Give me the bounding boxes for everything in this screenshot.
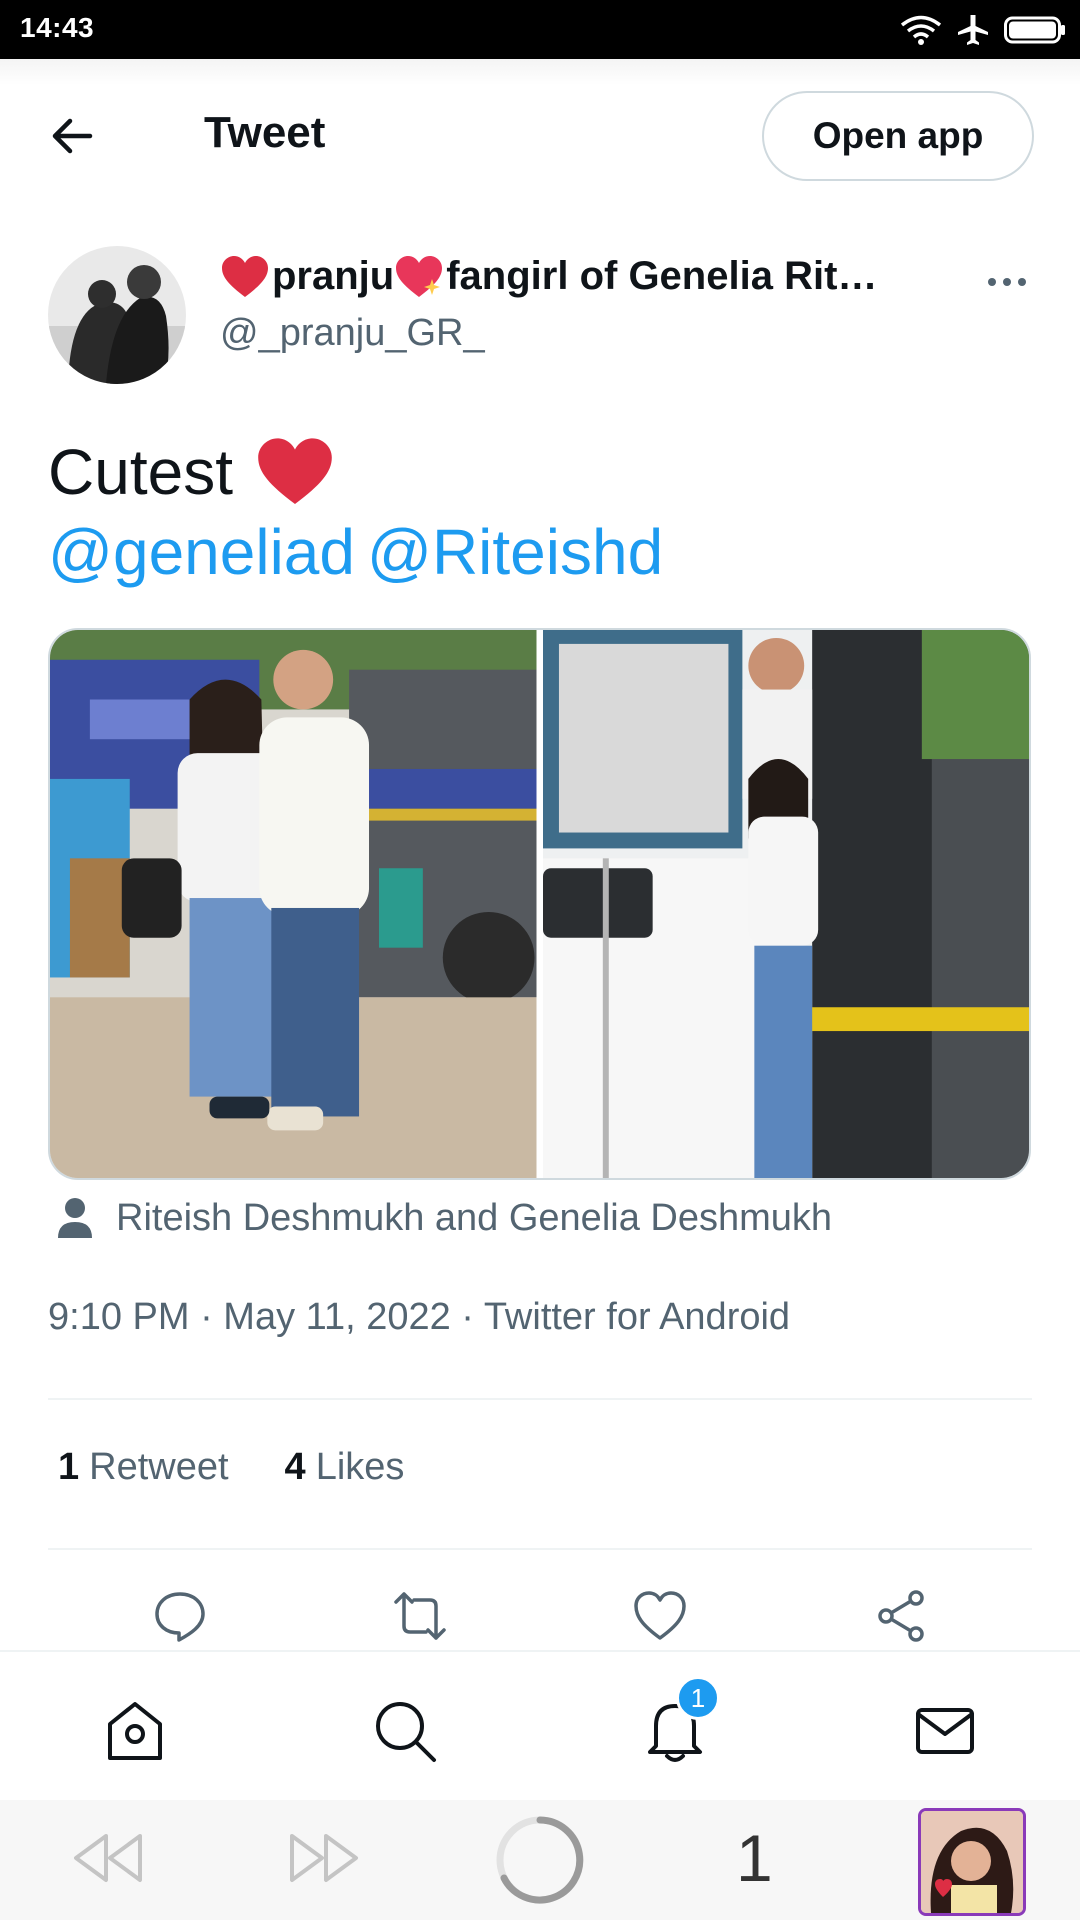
notifications-badge: 1: [676, 1676, 720, 1720]
status-time: 14:43: [20, 12, 95, 43]
retweet-icon[interactable]: [392, 1588, 448, 1644]
author-handle[interactable]: @_pranju_GR_: [220, 312, 485, 355]
search-icon[interactable]: [372, 1698, 438, 1764]
red-heart-emoji-icon: [258, 438, 332, 504]
tab-thumbnail[interactable]: [918, 1808, 1026, 1916]
author-name-part2: fangirl of Genelia Rit…: [446, 254, 878, 298]
forward-nav-icon[interactable]: [286, 1830, 362, 1886]
back-nav-icon[interactable]: [70, 1830, 146, 1886]
retweets-count: 1: [58, 1446, 80, 1488]
tweet-text: Cutest @geneliad @Riteishd: [48, 432, 675, 592]
tweet-photo-2[interactable]: [542, 630, 1029, 1178]
sparkling-heart-emoji-icon: [396, 255, 443, 297]
likes-stat[interactable]: 4 Likes: [285, 1446, 405, 1489]
open-app-button[interactable]: Open app: [762, 91, 1034, 181]
like-heart-icon[interactable]: [632, 1588, 688, 1644]
wifi-icon: [900, 15, 942, 45]
divider: [48, 1548, 1032, 1550]
mention-link[interactable]: @Riteishd: [367, 516, 663, 588]
mention-link[interactable]: @geneliad: [48, 516, 355, 588]
divider: [48, 1398, 1032, 1400]
tagged-people-text: Riteish Deshmukh and Genelia Deshmukh: [116, 1196, 833, 1239]
tab-count[interactable]: 1: [736, 1820, 773, 1896]
loading-spinner-icon[interactable]: [494, 1814, 586, 1906]
author-display-name[interactable]: pranju fangirl of Genelia Rit…: [220, 254, 910, 299]
likes-count: 4: [284, 1446, 306, 1488]
person-icon: [58, 1198, 92, 1238]
tweet-body-text: Cutest: [48, 436, 233, 508]
browser-nav-bar: 1: [0, 1800, 1080, 1920]
more-options-icon[interactable]: [982, 264, 1032, 300]
status-icons: [900, 10, 1066, 50]
tagged-people[interactable]: Riteish Deshmukh and Genelia Deshmukh: [56, 1196, 832, 1240]
share-icon[interactable]: [874, 1588, 930, 1644]
home-icon[interactable]: [102, 1698, 168, 1764]
retweets-stat[interactable]: 1 Retweet: [58, 1446, 229, 1489]
retweets-label: Retweet: [89, 1446, 229, 1488]
top-app-bar: Tweet Open app: [0, 59, 1080, 209]
tweet-media: [48, 628, 1031, 1180]
airplane-mode-icon: [958, 15, 988, 45]
messages-envelope-icon[interactable]: [912, 1698, 978, 1764]
tweet-photo-1[interactable]: [50, 630, 537, 1178]
author-name-part1: pranju: [272, 254, 395, 298]
page-title: Tweet: [204, 108, 326, 157]
red-heart-emoji-icon: [222, 255, 268, 297]
likes-label: Likes: [315, 1446, 405, 1488]
tweet-actions: [0, 1588, 1080, 1648]
author-avatar[interactable]: [48, 246, 186, 384]
bottom-tab-bar: 1: [0, 1650, 1080, 1800]
tweet-timestamp-source: 9:10 PM · May 11, 2022 · Twitter for And…: [48, 1296, 791, 1338]
back-arrow-icon[interactable]: [44, 108, 100, 164]
tweet-stats: 1 Retweet 4 Likes: [58, 1446, 404, 1489]
battery-icon: [1004, 16, 1065, 44]
status-bar: 14:43: [0, 0, 1080, 59]
reply-icon[interactable]: [152, 1588, 208, 1644]
tweet-mentions: @geneliad @Riteishd: [48, 512, 675, 592]
